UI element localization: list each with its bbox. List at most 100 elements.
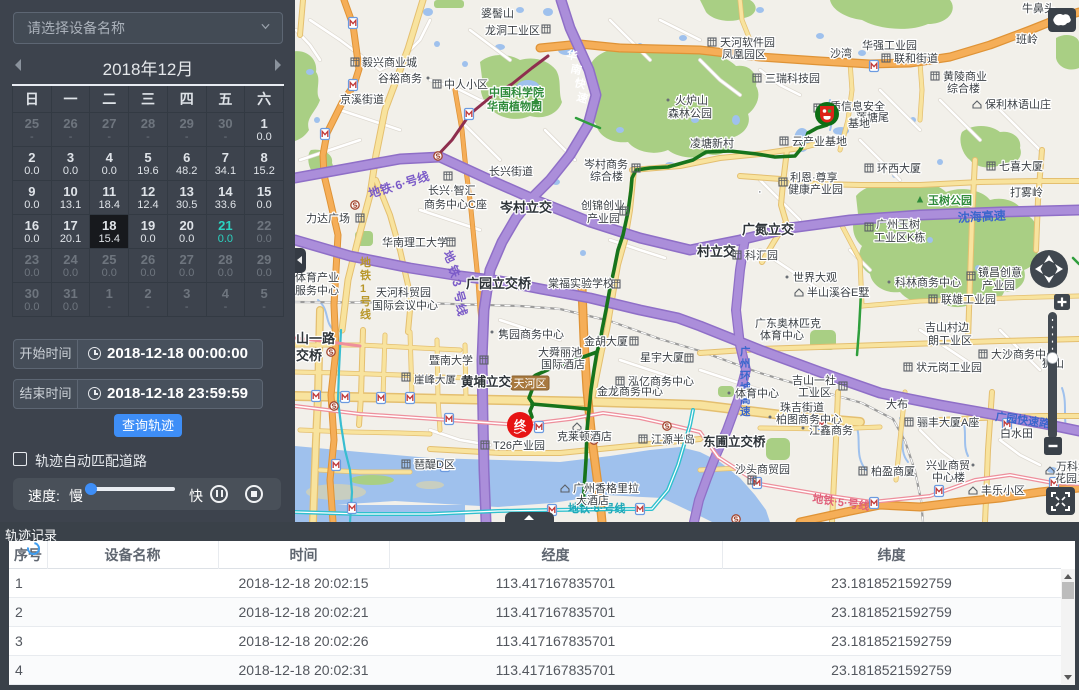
svg-text:镜昌创意: 镜昌创意 bbox=[978, 265, 1022, 279]
svg-text:长兴街道: 长兴街道 bbox=[489, 164, 533, 178]
svg-text:华南植物园: 华南植物园 bbox=[487, 99, 542, 113]
svg-text:中国科学院: 中国科学院 bbox=[489, 85, 544, 99]
svg-text:班岭: 班岭 bbox=[1016, 32, 1038, 46]
svg-text:利恩·尊享: 利恩·尊享 bbox=[790, 170, 838, 184]
svg-text:吉山村边: 吉山村边 bbox=[925, 320, 969, 334]
svg-text:花园二: 花园二 bbox=[1055, 472, 1079, 485]
svg-text:江鑫商务: 江鑫商务 bbox=[809, 423, 853, 437]
svg-text:琶醍D区: 琶醍D区 bbox=[414, 458, 455, 471]
svg-text:中人小区: 中人小区 bbox=[444, 78, 488, 91]
svg-text:工业区K栋: 工业区K栋 bbox=[874, 230, 925, 244]
svg-text:世界大观: 世界大观 bbox=[793, 270, 837, 284]
svg-text:崖峰大厦: 崖峰大厦 bbox=[414, 373, 456, 386]
svg-text:京溪街道: 京溪街道 bbox=[340, 92, 384, 106]
svg-text:交桥: 交桥 bbox=[296, 348, 323, 363]
svg-text:联雄工业园: 联雄工业园 bbox=[941, 292, 996, 306]
svg-text:地: 地 bbox=[360, 255, 371, 269]
svg-text:柏盈商厦: 柏盈商厦 bbox=[871, 464, 915, 478]
svg-text:黄陵商业: 黄陵商业 bbox=[943, 69, 987, 83]
svg-text:白水田: 白水田 bbox=[1000, 426, 1033, 440]
svg-text:江源半岛: 江源半岛 bbox=[651, 432, 695, 446]
svg-text:线: 线 bbox=[360, 307, 371, 321]
svg-text:科汇园: 科汇园 bbox=[745, 248, 778, 262]
svg-text:广: 广 bbox=[740, 345, 751, 358]
svg-text:环: 环 bbox=[740, 370, 751, 382]
svg-text:华强工业园: 华强工业园 bbox=[862, 38, 917, 52]
svg-text:大酒店: 大酒店 bbox=[576, 493, 609, 507]
svg-text:沙湾: 沙湾 bbox=[830, 46, 852, 60]
svg-text:大布: 大布 bbox=[886, 397, 908, 411]
svg-text:长兴·智汇: 长兴·智汇 bbox=[428, 183, 476, 197]
svg-text:谷裕商务: 谷裕商务 bbox=[378, 71, 422, 85]
svg-text:健康产业园: 健康产业园 bbox=[788, 182, 843, 196]
svg-text:星宇大厦: 星宇大厦 bbox=[640, 350, 684, 364]
svg-text:广氮立交: 广氮立交 bbox=[742, 222, 794, 237]
svg-text:1: 1 bbox=[360, 283, 366, 295]
svg-text:号: 号 bbox=[360, 295, 371, 308]
svg-text:联和街道: 联和街道 bbox=[894, 51, 938, 65]
svg-text:柏图商务中心: 柏图商务中心 bbox=[776, 412, 842, 426]
svg-text:凤凰园区: 凤凰园区 bbox=[722, 48, 766, 61]
svg-text:保利林语山庄: 保利林语山庄 bbox=[985, 97, 1051, 111]
svg-text:·: · bbox=[758, 186, 762, 198]
svg-text:山一路: 山一路 bbox=[296, 331, 336, 346]
svg-text:铁: 铁 bbox=[360, 268, 371, 282]
svg-text:骊丰大厦A座: 骊丰大厦A座 bbox=[917, 415, 979, 429]
svg-text:商务中心C座: 商务中心C座 bbox=[424, 197, 487, 211]
svg-text:森林公园: 森林公园 bbox=[668, 106, 712, 120]
svg-text:创锦创业: 创锦创业 bbox=[581, 198, 625, 212]
svg-text:国际酒店: 国际酒店 bbox=[541, 357, 585, 371]
svg-text:天河软件园: 天河软件园 bbox=[720, 35, 775, 49]
svg-text:万科城: 万科城 bbox=[1056, 459, 1079, 473]
svg-text:广东奥林匹克: 广东奥林匹克 bbox=[755, 316, 821, 330]
svg-text:广州玉树: 广州玉树 bbox=[876, 217, 920, 231]
svg-text:棠福实验学校: 棠福实验学校 bbox=[548, 276, 614, 290]
svg-text:工业区: 工业区 bbox=[798, 386, 831, 399]
svg-text:七喜大厦: 七喜大厦 bbox=[999, 159, 1043, 173]
svg-text:珠吉街道: 珠吉街道 bbox=[780, 400, 824, 414]
svg-text:沙头商贸园: 沙头商贸园 bbox=[735, 462, 790, 476]
svg-text:岑村立交: 岑村立交 bbox=[499, 200, 552, 215]
svg-text:服务中心: 服务中心 bbox=[295, 284, 339, 297]
svg-text:沈海高速: 沈海高速 bbox=[957, 208, 1006, 225]
svg-text:朗工业区: 朗工业区 bbox=[928, 334, 972, 347]
svg-text:产业园: 产业园 bbox=[587, 211, 620, 225]
svg-text:综合楼: 综合楼 bbox=[590, 169, 623, 183]
svg-text:产业园: 产业园 bbox=[982, 278, 1015, 292]
svg-text:天河科贸园: 天河科贸园 bbox=[376, 285, 431, 299]
svg-text:云产业基地: 云产业基地 bbox=[792, 134, 847, 148]
svg-text:中心楼: 中心楼 bbox=[932, 470, 965, 484]
svg-text:火炉山: 火炉山 bbox=[675, 94, 708, 107]
svg-text:兴业商贸: 兴业商贸 bbox=[926, 458, 970, 472]
svg-text:东圃立交桥: 东圃立交桥 bbox=[703, 434, 766, 449]
svg-text:力达广场: 力达广场 bbox=[306, 211, 350, 225]
svg-text:大舜丽池: 大舜丽池 bbox=[538, 345, 582, 359]
svg-text:州: 州 bbox=[739, 358, 751, 370]
svg-text:终: 终 bbox=[514, 418, 527, 433]
svg-text:丰乐小区: 丰乐小区 bbox=[981, 484, 1025, 497]
svg-text:金胡大厦: 金胡大厦 bbox=[584, 334, 628, 348]
svg-text:广州香格里拉: 广州香格里拉 bbox=[573, 481, 639, 495]
svg-text:半山溪谷E墅: 半山溪谷E墅 bbox=[807, 285, 869, 299]
svg-text:打雾岭: 打雾岭 bbox=[1010, 185, 1043, 199]
svg-text:T26产业园: T26产业园 bbox=[493, 438, 545, 452]
svg-text:婆髻山: 婆髻山 bbox=[481, 7, 514, 20]
svg-text:状元岗工业园: 状元岗工业园 bbox=[916, 360, 982, 374]
svg-text:体育中心: 体育中心 bbox=[735, 386, 779, 400]
svg-text:吉山一社: 吉山一社 bbox=[792, 373, 836, 387]
svg-text:玉树公园: 玉树公园 bbox=[928, 193, 972, 207]
svg-text:速: 速 bbox=[740, 405, 751, 418]
svg-text:综合楼: 综合楼 bbox=[947, 81, 980, 95]
svg-text:凌塘新村: 凌塘新村 bbox=[690, 136, 734, 150]
svg-text:暨南大学: 暨南大学 bbox=[429, 353, 473, 367]
svg-text:岑村商务: 岑村商务 bbox=[584, 157, 628, 171]
svg-text:天河区: 天河区 bbox=[514, 377, 547, 390]
svg-text:基地: 基地 bbox=[848, 117, 870, 130]
svg-text:体育中心: 体育中心 bbox=[760, 328, 804, 342]
svg-text:克莱顿酒店: 克莱顿酒店 bbox=[557, 429, 612, 443]
svg-text:三瑞科技园: 三瑞科技园 bbox=[765, 71, 820, 85]
svg-text:龙洞工业区: 龙洞工业区 bbox=[485, 24, 540, 37]
svg-text:华南理工大学: 华南理工大学 bbox=[382, 235, 448, 249]
svg-text:广园立交桥: 广园立交桥 bbox=[466, 276, 532, 291]
svg-text:科林商务中心: 科林商务中心 bbox=[895, 275, 961, 289]
